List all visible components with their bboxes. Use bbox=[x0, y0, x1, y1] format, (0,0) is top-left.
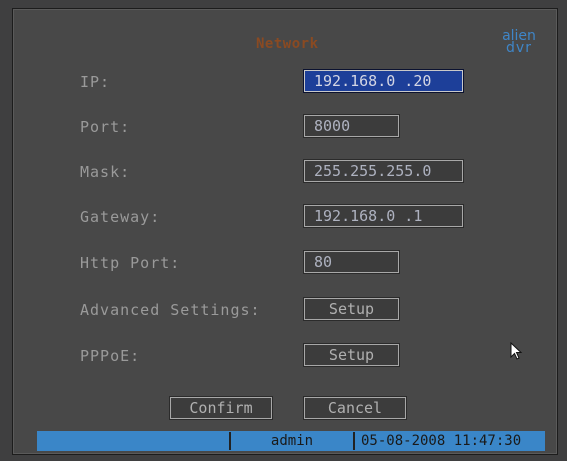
cancel-button[interactable]: Cancel bbox=[303, 396, 407, 420]
status-bar: admin 05-08-2008 11:47:30 bbox=[37, 431, 545, 451]
gateway-field[interactable]: 192.168.0 .1 bbox=[303, 204, 464, 228]
ip-field[interactable]: 192.168.0 .20 bbox=[303, 69, 464, 93]
gateway-label: Gateway: bbox=[80, 208, 161, 226]
advanced-settings-label: Advanced Settings: bbox=[80, 301, 261, 319]
status-datetime: 05-08-2008 11:47:30 bbox=[353, 432, 545, 450]
port-field[interactable]: 8000 bbox=[303, 114, 400, 138]
mask-label: Mask: bbox=[80, 163, 131, 181]
pppoe-setup-button[interactable]: Setup bbox=[303, 343, 400, 367]
page-title: Network bbox=[256, 36, 319, 52]
status-user: admin bbox=[229, 432, 353, 450]
pppoe-label: PPPoE: bbox=[80, 347, 141, 365]
mouse-pointer-icon bbox=[510, 342, 523, 360]
mask-field[interactable]: 255.255.255.0 bbox=[303, 159, 464, 183]
http-port-field[interactable]: 80 bbox=[303, 250, 400, 274]
confirm-button[interactable]: Confirm bbox=[169, 396, 273, 420]
http-port-label: Http Port: bbox=[80, 254, 181, 272]
port-label: Port: bbox=[80, 118, 131, 136]
ip-label: IP: bbox=[80, 73, 111, 91]
brand-logo: alien dvr bbox=[496, 29, 542, 55]
advanced-setup-button[interactable]: Setup bbox=[303, 297, 400, 321]
